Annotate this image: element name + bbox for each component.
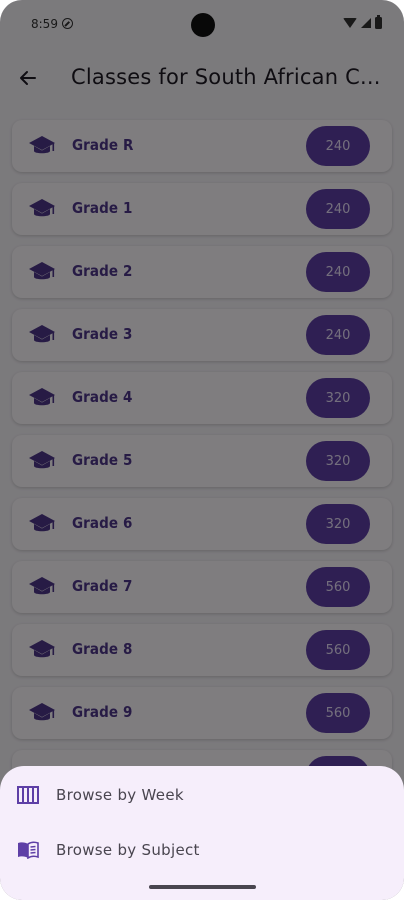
browse-by-week-label: Browse by Week (56, 786, 184, 804)
browse-by-subject-item[interactable]: Browse by Subject (0, 825, 404, 875)
bottom-sheet: Browse by Week Browse by Subject (0, 766, 404, 900)
book-icon (18, 841, 39, 859)
app-screen: 8:59 Classes for South African C... Grad… (0, 0, 404, 900)
calendar-week-icon (17, 786, 39, 804)
browse-by-subject-label: Browse by Subject (56, 841, 200, 859)
gesture-navigation-bar[interactable] (149, 885, 256, 889)
modal-scrim[interactable] (0, 0, 404, 900)
browse-by-week-item[interactable]: Browse by Week (0, 770, 404, 820)
